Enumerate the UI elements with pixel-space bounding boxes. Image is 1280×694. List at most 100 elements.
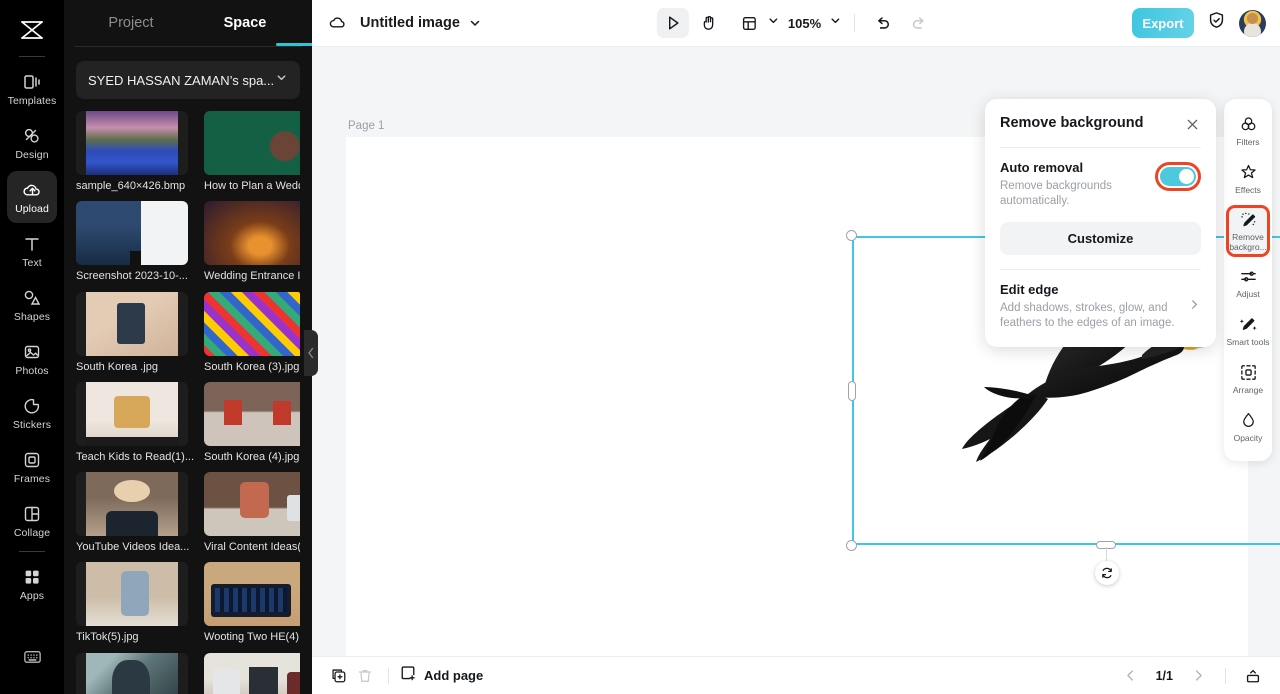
text-icon xyxy=(21,233,43,255)
list-item[interactable]: How to Plan a Weddi... xyxy=(204,111,300,193)
thumbnail-image xyxy=(204,291,300,356)
present-icon[interactable] xyxy=(1240,663,1266,689)
panel-header: Remove background xyxy=(1000,115,1201,133)
auto-removal-toggle[interactable] xyxy=(1160,167,1196,186)
main-area: Untitled image 105% Export Page 1 Remove… xyxy=(312,0,1280,694)
thumbnail-label: Wedding Entrance Id... xyxy=(204,270,300,283)
panel-collapse-handle[interactable] xyxy=(304,330,318,376)
upload-thumbnail-grid: sample_640×426.bmp How to Plan a Weddi..… xyxy=(76,111,300,694)
list-item[interactable]: Viral Content Ideas(7... xyxy=(204,472,300,554)
tool-item-adjust[interactable]: Adjust xyxy=(1224,259,1272,307)
resize-handle-top-left[interactable] xyxy=(846,230,857,241)
hand-pan-icon[interactable] xyxy=(693,8,725,38)
chevron-down-icon[interactable] xyxy=(829,14,842,32)
rail-item-templates[interactable]: Templates xyxy=(7,63,57,115)
chevron-left-icon[interactable] xyxy=(1118,663,1144,689)
capcut-logo[interactable] xyxy=(12,10,52,50)
list-item[interactable] xyxy=(204,652,300,694)
list-item[interactable]: Wooting Two HE(4).j... xyxy=(204,562,300,644)
filters-icon xyxy=(1238,115,1258,135)
list-item[interactable]: South Korea (3).jpg xyxy=(204,291,300,374)
list-item[interactable]: sample_640×426.bmp xyxy=(76,111,194,193)
redo-icon[interactable] xyxy=(903,8,935,38)
keyboard-icon xyxy=(21,645,43,667)
thumbnail-label: Teach Kids to Read(1)... xyxy=(76,450,195,463)
thumbnail-image xyxy=(204,201,300,266)
rail-item-shapes[interactable]: Shapes xyxy=(7,279,57,331)
list-item[interactable]: TikTok(5).jpg xyxy=(76,562,194,644)
chevron-down-icon[interactable] xyxy=(468,16,482,30)
rail-item-stickers[interactable]: Stickers xyxy=(7,387,57,439)
rail-item-keyboard[interactable] xyxy=(7,630,57,682)
page-navigation: 1/1 xyxy=(1118,663,1266,689)
bottom-bar: Add page 1/1 xyxy=(312,656,1280,694)
tool-item-remove-background[interactable]: Remove backgro... xyxy=(1226,205,1270,257)
avatar[interactable] xyxy=(1239,9,1266,37)
rail-item-upload[interactable]: Upload xyxy=(7,171,57,223)
document-title[interactable]: Untitled image xyxy=(360,15,460,31)
rail-label: Apps xyxy=(19,590,45,602)
page-layout-control[interactable] xyxy=(729,8,780,38)
rail-item-design[interactable]: Design xyxy=(7,117,57,169)
rail-item-apps[interactable]: Apps xyxy=(7,558,57,610)
thumbnail-image xyxy=(76,472,188,537)
cursor-select-icon[interactable] xyxy=(656,8,689,38)
export-button[interactable]: Export xyxy=(1132,8,1194,38)
space-selector[interactable]: SYED HASSAN ZAMAN’s spa... xyxy=(76,61,300,99)
canvas-area[interactable]: Page 1 Remove background Auto removal Re… xyxy=(312,47,1280,656)
thumbnail-image xyxy=(76,652,188,694)
page-label: Page 1 xyxy=(348,120,385,132)
rail-label: Collage xyxy=(13,527,51,539)
list-item[interactable]: South Korea (4).jpg xyxy=(204,381,300,464)
bottom-divider xyxy=(388,667,389,684)
rail-label: Design xyxy=(15,149,49,161)
list-item[interactable] xyxy=(76,652,194,694)
tab-project[interactable]: Project xyxy=(74,0,188,46)
tool-item-arrange[interactable]: Arrange xyxy=(1224,355,1272,403)
list-item[interactable]: Wedding Entrance Id... xyxy=(204,201,300,283)
list-item[interactable]: South Korea .jpg xyxy=(76,291,194,374)
list-item[interactable]: Screenshot 2023-10-... xyxy=(76,201,194,283)
thumbnail-label: South Korea .jpg xyxy=(76,360,158,373)
auto-removal-row: Auto removal Remove backgrounds automati… xyxy=(1000,160,1201,209)
cloud-sync-icon[interactable] xyxy=(326,11,350,35)
chevron-right-icon[interactable] xyxy=(1185,663,1211,689)
tool-item-effects[interactable]: Effects xyxy=(1224,155,1272,203)
tool-item-smart-tools[interactable]: Smart tools xyxy=(1224,307,1272,355)
templates-icon xyxy=(21,71,43,93)
tool-label: Remove backgro... xyxy=(1229,232,1267,252)
duplicate-page-icon[interactable] xyxy=(326,663,352,689)
tool-item-filters[interactable]: Filters xyxy=(1224,107,1272,155)
adjust-sliders-icon xyxy=(1238,267,1258,287)
resize-handle-bottom-left[interactable] xyxy=(846,540,857,551)
tab-space[interactable]: Space xyxy=(188,0,302,46)
thumbnail-label: sample_640×426.bmp xyxy=(76,180,186,192)
auto-removal-highlight-ring xyxy=(1155,162,1201,191)
close-icon[interactable] xyxy=(1183,115,1201,133)
arrange-icon xyxy=(1238,363,1258,383)
list-item[interactable]: YouTube Videos Idea... xyxy=(76,472,194,554)
rail-label: Shapes xyxy=(13,311,51,323)
list-item[interactable]: Teach Kids to Read(1)... xyxy=(76,381,195,464)
add-page-button[interactable]: Add page xyxy=(399,664,483,687)
chevron-right-icon xyxy=(1188,298,1201,316)
rail-item-photos[interactable]: Photos xyxy=(7,333,57,385)
shield-icon[interactable] xyxy=(1206,10,1227,36)
zoom-level[interactable]: 105% xyxy=(784,16,825,31)
rail-item-text[interactable]: Text xyxy=(7,225,57,277)
rail-item-collage[interactable]: Collage xyxy=(7,495,57,547)
customize-button[interactable]: Customize xyxy=(1000,222,1201,255)
rotate-handle-icon[interactable] xyxy=(1095,561,1119,585)
rail-label: Frames xyxy=(13,473,51,485)
edit-edge-row[interactable]: Edit edge Add shadows, strokes, glow, an… xyxy=(1000,282,1201,331)
resize-handle-middle-left[interactable] xyxy=(848,381,856,401)
upload-panel: Project Space SYED HASSAN ZAMAN’s spa...… xyxy=(64,0,312,694)
tool-item-opacity[interactable]: Opacity xyxy=(1224,403,1272,451)
rail-item-frames[interactable]: Frames xyxy=(7,441,57,493)
chevron-down-icon[interactable] xyxy=(767,14,780,32)
undo-icon[interactable] xyxy=(867,8,899,38)
tab-active-indicator xyxy=(276,43,312,46)
page-layout-icon[interactable] xyxy=(733,8,765,38)
trash-icon[interactable] xyxy=(352,663,378,689)
thumbnail-image xyxy=(76,381,188,446)
